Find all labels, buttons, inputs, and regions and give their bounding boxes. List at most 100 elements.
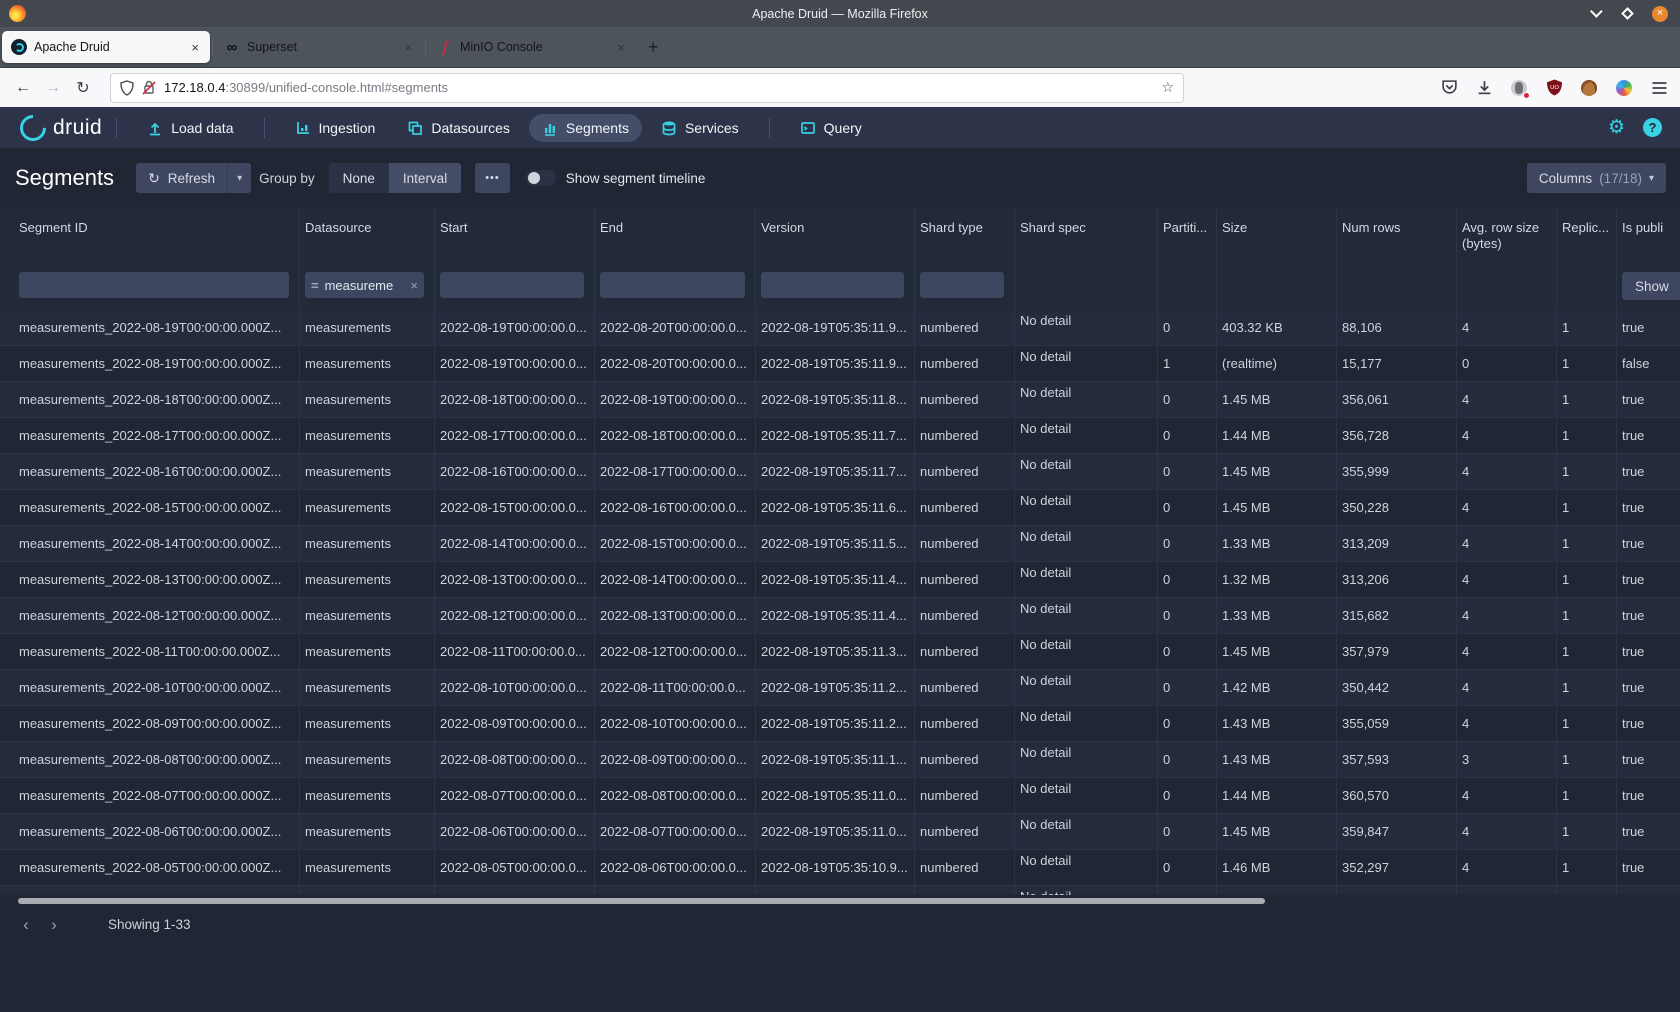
table-row[interactable]: measurements_2022-08-17T00:00:00.000Z...… — [0, 418, 1680, 454]
column-header-segment-id[interactable]: Segment ID — [0, 208, 300, 262]
more-options-button[interactable]: ••• — [475, 163, 510, 193]
nav-item-load-data[interactable]: Load data — [134, 114, 246, 142]
browser-tab[interactable]: Apache Druid× — [2, 31, 210, 63]
cell-version: 2022-08-19T05:35:11.7... — [756, 418, 915, 453]
prev-page-icon[interactable]: ‹ — [12, 912, 40, 938]
column-header-start[interactable]: Start — [435, 208, 595, 262]
downloads-icon[interactable] — [1475, 79, 1493, 97]
table-row[interactable]: measurements_2022-08-12T00:00:00.000Z...… — [0, 598, 1680, 634]
horizontal-scrollbar-thumb[interactable] — [18, 898, 1265, 904]
table-row[interactable]: measurements_2022-08-18T00:00:00.000Z...… — [0, 382, 1680, 418]
cell-shard-type: numbered — [915, 778, 1015, 813]
filter-cell-shard-spec — [1015, 262, 1158, 310]
cell-end — [595, 886, 756, 895]
tab-label: Superset — [247, 40, 395, 54]
cell-end: 2022-08-20T00:00:00.0... — [595, 346, 756, 381]
close-window-icon[interactable]: × — [1652, 6, 1668, 22]
filter-input-datasource[interactable]: =measureme× — [305, 272, 424, 298]
pocket-icon[interactable] — [1440, 79, 1458, 97]
cell-start: 2022-08-11T00:00:00.0... — [435, 634, 595, 669]
nav-item-label: Datasources — [431, 120, 510, 136]
table-row[interactable]: measurements_2022-08-06T00:00:00.000Z...… — [0, 814, 1680, 850]
insecure-lock-icon[interactable] — [142, 80, 156, 95]
bookmark-star-icon[interactable]: ☆ — [1161, 79, 1174, 96]
column-header-datasource[interactable]: Datasource — [300, 208, 435, 262]
nav-item-services[interactable]: Services — [648, 114, 752, 142]
filter-value: measureme — [325, 278, 405, 293]
column-header-partition[interactable]: Partiti... — [1158, 208, 1217, 262]
browser-tab[interactable]: ∞Superset× — [215, 31, 423, 63]
refresh-button[interactable]: ↻Refresh — [136, 163, 227, 193]
nav-item-query[interactable]: Query — [787, 114, 875, 142]
druid-logo[interactable]: druid — [20, 115, 102, 141]
new-tab-button[interactable]: + — [638, 37, 669, 58]
column-header-shard-spec[interactable]: Shard spec — [1015, 208, 1158, 262]
column-header-avg-row-size[interactable]: Avg. row size (bytes) — [1457, 208, 1557, 262]
column-header-end[interactable]: End — [595, 208, 756, 262]
cell-partition: 0 — [1158, 706, 1217, 741]
nav-item-segments[interactable]: Segments — [529, 114, 642, 142]
tracking-shield-icon[interactable] — [120, 80, 134, 96]
table-row[interactable]: measurements_2022-08-11T00:00:00.000Z...… — [0, 634, 1680, 670]
table-row[interactable]: measurements_2022-08-19T00:00:00.000Z...… — [0, 310, 1680, 346]
extension-disabled-icon[interactable] — [1510, 79, 1528, 97]
remove-filter-icon[interactable]: × — [410, 278, 418, 293]
reload-icon[interactable]: ↻ — [68, 78, 98, 98]
show-filter-button[interactable]: Show — [1622, 272, 1680, 300]
column-header-size[interactable]: Size — [1217, 208, 1337, 262]
column-header-shard-type[interactable]: Shard type — [915, 208, 1015, 262]
forward-icon[interactable]: → — [38, 79, 68, 97]
cell-version: 2022-08-19T05:35:11.4... — [756, 598, 915, 633]
close-icon[interactable]: × — [189, 40, 201, 55]
help-icon[interactable]: ? — [1643, 118, 1662, 137]
segment-timeline-toggle[interactable] — [526, 170, 556, 186]
maximize-icon[interactable] — [1621, 7, 1634, 20]
column-header-is-published[interactable]: Is publi — [1617, 208, 1680, 262]
nav-item-label: Load data — [171, 120, 233, 136]
table-row[interactable]: measurements_2022-08-09T00:00:00.000Z...… — [0, 706, 1680, 742]
column-header-version[interactable]: Version — [756, 208, 915, 262]
close-icon[interactable]: × — [402, 40, 414, 55]
table-row[interactable]: measurements_2022-08-08T00:00:00.000Z...… — [0, 742, 1680, 778]
filter-input-version[interactable] — [761, 272, 904, 298]
column-header-num-rows[interactable]: Num rows — [1337, 208, 1457, 262]
ublock-origin-icon[interactable]: UO — [1545, 79, 1563, 97]
url-bar[interactable]: 172.18.0.4:30899/unified-console.html#se… — [110, 73, 1184, 103]
table-row[interactable]: measurements_2022-08-15T00:00:00.000Z...… — [0, 490, 1680, 526]
cell-datasource: measurements — [300, 778, 435, 813]
cell-end: 2022-08-15T00:00:00.0... — [595, 526, 756, 561]
filter-input-start[interactable] — [440, 272, 584, 298]
nav-item-ingestion[interactable]: Ingestion — [282, 114, 389, 142]
druid-swirl — [15, 43, 24, 52]
table-row[interactable]: measurements_2022-08-14T00:00:00.000Z...… — [0, 526, 1680, 562]
nav-item-datasources[interactable]: Datasources — [394, 114, 523, 142]
next-page-icon[interactable]: › — [40, 912, 68, 938]
filter-input-shard-type[interactable] — [920, 272, 1004, 298]
cell-size: 1.44 MB — [1217, 778, 1337, 813]
back-icon[interactable]: ← — [8, 79, 38, 97]
filter-input-segment-id[interactable] — [19, 272, 289, 298]
pinwheel-extension-icon[interactable] — [1615, 79, 1633, 97]
cell-num-rows: 352,297 — [1337, 850, 1457, 885]
table-row[interactable]: measurements_2022-08-16T00:00:00.000Z...… — [0, 454, 1680, 490]
filter-input-end[interactable] — [600, 272, 745, 298]
browser-tab[interactable]: ʃMinIO Console× — [428, 31, 636, 63]
close-icon[interactable]: × — [615, 40, 627, 55]
column-header-replicas[interactable]: Replic... — [1557, 208, 1617, 262]
menu-hamburger-icon[interactable] — [1650, 79, 1668, 97]
group-by-option-none[interactable]: None — [329, 163, 389, 193]
table-row[interactable]: measurements_2022-08-19T00:00:00.000Z...… — [0, 346, 1680, 382]
cell-replicas: 1 — [1557, 526, 1617, 561]
table-row[interactable]: measurements_2022-08-05T00:00:00.000Z...… — [0, 850, 1680, 886]
group-by-option-interval[interactable]: Interval — [389, 163, 461, 193]
settings-gear-icon[interactable]: ⚙ — [1608, 116, 1625, 139]
cell-size: 1.45 MB — [1217, 490, 1337, 525]
refresh-menu-button[interactable]: ▾ — [227, 163, 251, 193]
cookie-icon[interactable] — [1580, 79, 1598, 97]
table-row[interactable]: measurements_2022-08-13T00:00:00.000Z...… — [0, 562, 1680, 598]
cell-start: 2022-08-08T00:00:00.0... — [435, 742, 595, 777]
table-row[interactable]: measurements_2022-08-10T00:00:00.000Z...… — [0, 670, 1680, 706]
columns-button[interactable]: Columns (17/18) ▾ — [1527, 163, 1666, 193]
cell-num-rows: 356,061 — [1337, 382, 1457, 417]
table-row[interactable]: measurements_2022-08-07T00:00:00.000Z...… — [0, 778, 1680, 814]
